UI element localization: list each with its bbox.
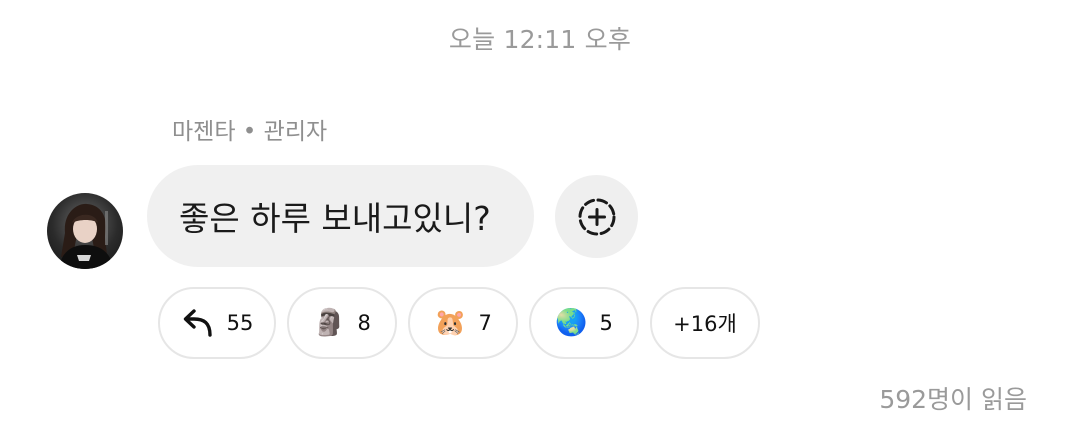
read-count[interactable]: 592명이 읽음 bbox=[879, 380, 1027, 416]
avatar-image bbox=[59, 203, 113, 269]
reaction-chip-hamster[interactable]: 🐹 7 bbox=[408, 287, 518, 359]
reaction-count: 7 bbox=[478, 311, 492, 335]
more-reactions-label: +16개 bbox=[673, 312, 737, 336]
add-reaction-icon bbox=[578, 198, 615, 235]
reply-arrow-icon bbox=[183, 309, 212, 337]
message-text: 좋은 하루 보내고있니? bbox=[179, 199, 491, 238]
more-reactions-chip[interactable]: +16개 bbox=[650, 287, 760, 359]
reaction-chip-globe[interactable]: 🌏 5 bbox=[529, 287, 639, 359]
hamster-emoji-icon: 🐹 bbox=[434, 308, 467, 338]
sender-name: 마젠타 • 관리자 bbox=[172, 119, 328, 145]
reply-chip[interactable]: 55 bbox=[158, 287, 276, 359]
reply-count: 55 bbox=[226, 311, 254, 335]
message-timestamp: 오늘 12:11 오후 bbox=[448, 25, 632, 54]
message-bubble[interactable]: 좋은 하루 보내고있니? bbox=[147, 165, 534, 267]
avatar[interactable] bbox=[47, 193, 123, 269]
reaction-count: 8 bbox=[357, 311, 371, 335]
globe-emoji-icon: 🌏 bbox=[555, 308, 588, 338]
add-reaction-button[interactable] bbox=[555, 175, 638, 258]
reaction-chip-moai[interactable]: 🗿 8 bbox=[287, 287, 397, 359]
reaction-count: 5 bbox=[599, 311, 613, 335]
moai-emoji-icon: 🗿 bbox=[313, 308, 346, 338]
